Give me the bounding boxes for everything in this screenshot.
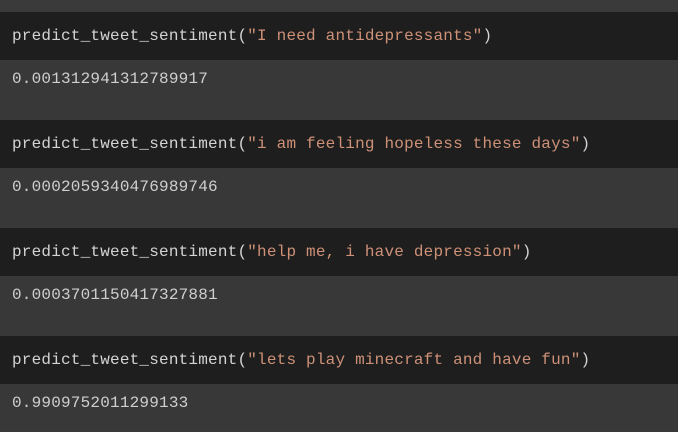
output-cell: 0.9909752011299133 [0, 384, 678, 431]
open-paren: ( [237, 135, 248, 153]
string-argument: "lets play minecraft and have fun" [247, 351, 581, 369]
notebook: predict_tweet_sentiment("I need antidepr… [0, 0, 678, 432]
code-cell[interactable]: predict_tweet_sentiment("lets play minec… [0, 336, 678, 384]
close-paren: ) [482, 27, 493, 45]
close-paren: ) [580, 135, 591, 153]
function-name: predict_tweet_sentiment [12, 135, 238, 153]
output-value: 0.001312941312789917 [12, 70, 209, 88]
open-paren: ( [237, 351, 248, 369]
code-cell[interactable]: predict_tweet_sentiment("I need antidepr… [0, 12, 678, 60]
function-name: predict_tweet_sentiment [12, 351, 238, 369]
string-argument: "i am feeling hopeless these days" [247, 135, 581, 153]
code-cell[interactable]: predict_tweet_sentiment("i am feeling ho… [0, 120, 678, 168]
close-paren: ) [521, 243, 532, 261]
function-name: predict_tweet_sentiment [12, 243, 238, 261]
output-cell: 0.001312941312789917 [0, 60, 678, 120]
open-paren: ( [237, 243, 248, 261]
string-argument: "help me, i have depression" [247, 243, 522, 261]
output-cell: 0.0003701150417327881 [0, 276, 678, 336]
output-cell: 0.0002059340476989746 [0, 168, 678, 228]
code-cell[interactable]: predict_tweet_sentiment("help me, i have… [0, 228, 678, 276]
close-paren: ) [580, 351, 591, 369]
previous-cell-stub [0, 0, 678, 12]
output-value: 0.0002059340476989746 [12, 178, 218, 196]
output-value: 0.0003701150417327881 [12, 286, 218, 304]
string-argument: "I need antidepressants" [247, 27, 483, 45]
function-name: predict_tweet_sentiment [12, 27, 238, 45]
open-paren: ( [237, 27, 248, 45]
output-value: 0.9909752011299133 [12, 394, 189, 412]
